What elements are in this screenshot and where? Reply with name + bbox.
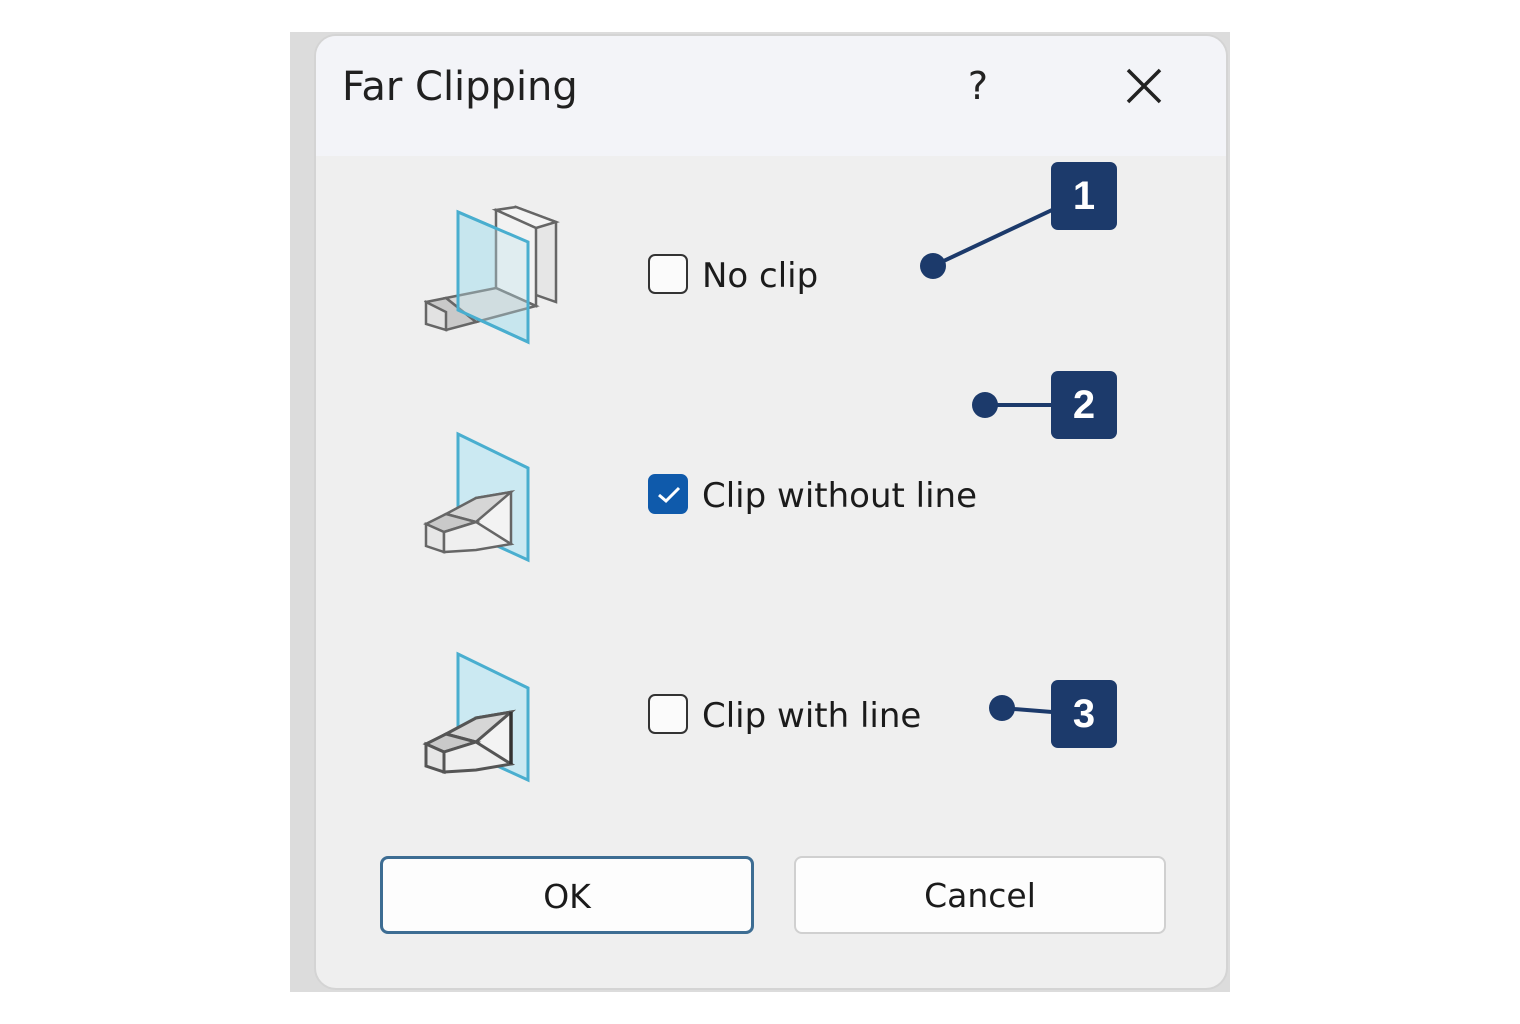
no-clip-icon bbox=[423, 205, 560, 345]
checkmark-icon bbox=[658, 486, 681, 504]
ok-button[interactable]: OK bbox=[380, 856, 754, 934]
clip-with-line-checkbox[interactable] bbox=[648, 694, 688, 734]
callout-badge-3: 3 bbox=[1051, 680, 1117, 748]
dialog-title: Far Clipping bbox=[342, 64, 578, 110]
clip-without-line-icon bbox=[423, 431, 530, 563]
no-clip-label: No clip bbox=[702, 256, 819, 296]
callout-badge-2: 2 bbox=[1051, 371, 1117, 439]
no-clip-checkbox[interactable] bbox=[648, 254, 688, 294]
clip-without-line-checkbox[interactable] bbox=[648, 474, 688, 514]
close-button[interactable] bbox=[1122, 62, 1166, 108]
clip-without-line-label: Clip without line bbox=[702, 476, 978, 516]
help-button[interactable]: ? bbox=[956, 60, 1000, 112]
title-bar: Far Clipping ? bbox=[316, 36, 1226, 156]
cancel-button[interactable]: Cancel bbox=[794, 856, 1166, 934]
close-icon bbox=[1126, 68, 1162, 104]
clip-with-line-icon bbox=[422, 651, 530, 783]
clip-with-line-label: Clip with line bbox=[702, 696, 922, 736]
callout-badge-1: 1 bbox=[1051, 162, 1117, 230]
